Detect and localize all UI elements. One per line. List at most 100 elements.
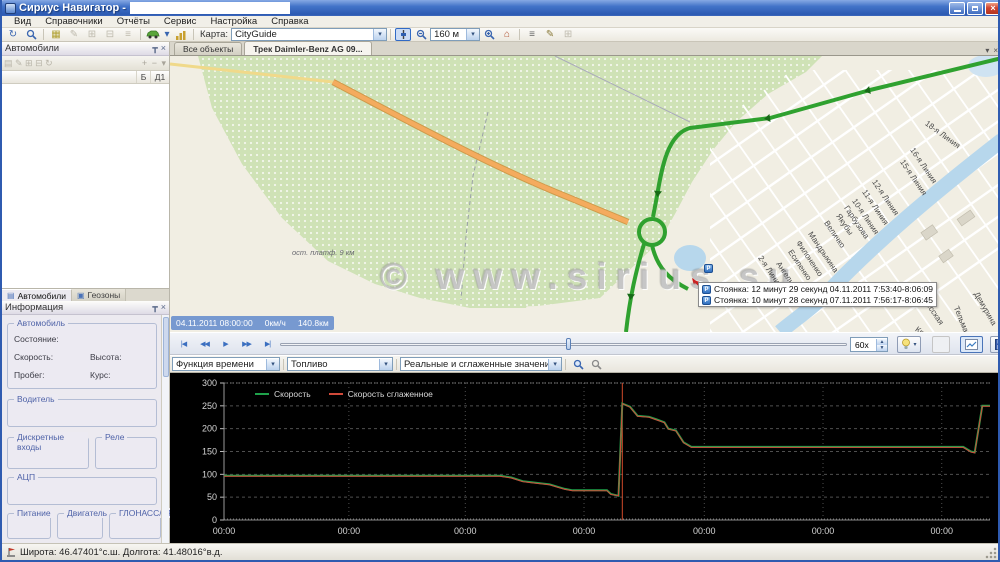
field-course: Курс: — [90, 370, 110, 380]
svg-text:00:00: 00:00 — [213, 526, 236, 536]
tab-all-objects[interactable]: Все объекты — [174, 42, 242, 55]
status-bar: Широта: 46.47401°с.ш. Долгота: 41.48016°… — [2, 543, 998, 560]
step-first-icon[interactable]: |◀ — [174, 336, 193, 352]
scale-combobox[interactable]: 160 м ▾ — [430, 28, 480, 41]
svg-text:150: 150 — [202, 447, 217, 457]
svg-text:50: 50 — [207, 492, 217, 502]
column-b[interactable]: Б — [137, 71, 151, 83]
menu-spravochniki[interactable]: Справочники — [39, 16, 109, 27]
map-combobox[interactable]: CityGuide ▾ — [231, 28, 387, 41]
table-icon[interactable]: ▦ — [48, 28, 64, 41]
vehicles-tab-icon: ▤ — [7, 291, 15, 300]
tab-close-icon[interactable]: × — [993, 46, 998, 55]
coordinates-icon — [6, 547, 16, 558]
menu-nastroyka[interactable]: Настройка — [204, 16, 263, 27]
chart-param-arrow[interactable]: ▾ — [379, 359, 392, 370]
lamp-icon — [901, 338, 911, 351]
field-speed: Скорость: — [14, 352, 53, 362]
lamp-button[interactable]: ▾ — [897, 336, 921, 353]
resize-grip[interactable] — [985, 547, 997, 559]
minimize-button[interactable] — [949, 2, 965, 15]
group-power: Питание — [7, 513, 51, 539]
vehicle-dropdown-icon[interactable]: ▾ — [163, 28, 171, 41]
bar-chart-icon[interactable] — [173, 28, 189, 41]
remove-icon[interactable]: − — [152, 58, 158, 68]
chart-toggle-button[interactable] — [960, 336, 983, 353]
menu-spravka[interactable]: Справка — [265, 16, 314, 27]
panel-close-icon[interactable]: × — [161, 43, 166, 54]
playback-bar: |◀ ◀◀ ▶ ▶▶ ▶| 60x ▲ ▼ ▾ — [170, 332, 1000, 355]
close-button[interactable]: × — [985, 2, 1000, 15]
column-d1[interactable]: Д1 — [151, 71, 169, 83]
badge-distance: 140.8км — [298, 318, 329, 328]
remove-row-icon[interactable]: ⊟ — [102, 28, 118, 41]
play-icon[interactable]: ▶ — [216, 336, 235, 352]
add-row-icon[interactable]: ⊞ — [84, 28, 100, 41]
fast-forward-icon[interactable]: ▶▶ — [237, 336, 256, 352]
rewind-icon[interactable]: ◀◀ — [195, 336, 214, 352]
tab-vehicles[interactable]: ▤ Автомобили — [2, 289, 72, 301]
list-icon[interactable]: ≡ — [120, 28, 136, 41]
restore-button[interactable] — [967, 2, 983, 15]
info-close-icon[interactable]: × — [161, 302, 166, 313]
field-mileage: Пробег: — [14, 370, 45, 380]
chart-zoom-out-icon[interactable] — [588, 358, 604, 371]
parking-icon: P — [702, 296, 711, 305]
home-icon[interactable]: ⌂ — [499, 28, 515, 41]
group-discrete-title: Дискретные входы — [14, 432, 88, 452]
add-icon[interactable]: + — [142, 58, 148, 68]
chart-values-combobox[interactable]: Реальные и сглаженные значени ▾ — [400, 357, 562, 371]
legend-list-icon[interactable]: ≡ — [524, 28, 540, 41]
badge-datetime: 04.11.2011 08:00:00 — [176, 318, 253, 328]
svg-text:300: 300 — [202, 378, 217, 388]
vehicle-icon[interactable] — [145, 28, 161, 41]
chart-mode-arrow[interactable]: ▾ — [266, 359, 279, 370]
zoom-slider-icon[interactable] — [395, 28, 411, 41]
refresh-icon[interactable]: ↻ — [5, 28, 21, 41]
group-power-title: Питание — [14, 508, 54, 518]
chart-param-combobox[interactable]: Топливо ▾ — [287, 357, 393, 371]
pin-icon[interactable]: ┳ — [152, 43, 157, 54]
legend-swatch — [329, 393, 343, 395]
speed-spinner[interactable]: 60x ▲ ▼ — [850, 337, 888, 352]
timeline-slider-handle[interactable] — [566, 338, 571, 350]
map-combo-arrow[interactable]: ▾ — [373, 29, 386, 40]
scale-combo-arrow[interactable]: ▾ — [466, 29, 479, 40]
search-icon[interactable] — [23, 28, 39, 41]
spin-down-icon[interactable]: ▼ — [877, 345, 887, 351]
tab-geozones[interactable]: ▣ Геозоны — [72, 289, 126, 301]
chart-mode-combobox[interactable]: Функция времени ▾ — [172, 357, 280, 371]
zoom-in-icon[interactable] — [481, 28, 497, 41]
notes-icon[interactable]: ✎ — [542, 28, 558, 41]
lamp-dropdown-icon[interactable]: ▾ — [913, 341, 916, 348]
column-name[interactable] — [2, 71, 137, 83]
parking-icon[interactable]: P — [704, 264, 713, 273]
vehicles-toolbar-icons: ▤ ✎ ⊞ ⊟ ↻ — [4, 58, 53, 69]
vehicles-list[interactable] — [2, 84, 169, 288]
chart-values-arrow[interactable]: ▾ — [548, 359, 561, 370]
app-window: Сириус Навигатор - × Вид Справочники Отч… — [0, 0, 1000, 562]
more-dropdown-icon[interactable]: ▾ — [161, 58, 167, 68]
title-bar: Сириус Навигатор - × — [0, 0, 1000, 16]
tab-track[interactable]: Трек Daimler-Benz AG 09... — [244, 41, 371, 55]
chart-zoom-in-icon[interactable] — [570, 358, 586, 371]
info-scrollbar[interactable] — [161, 315, 169, 545]
tabs-dropdown-icon[interactable]: ▾ — [985, 46, 989, 55]
timeline-slider[interactable] — [280, 343, 847, 346]
info-panel: Информация ┳ × Автомобиль Состояние: Ско… — [2, 301, 170, 545]
menu-otchety[interactable]: Отчёты — [111, 16, 156, 27]
field-state: Состояние: — [14, 334, 59, 344]
field-height: Высота: — [90, 352, 122, 362]
zoom-out-icon[interactable] — [413, 28, 429, 41]
menu-servis[interactable]: Сервис — [158, 16, 203, 27]
step-last-icon[interactable]: ▶| — [258, 336, 277, 352]
info-pin-icon[interactable]: ┳ — [152, 302, 157, 313]
edit-icon[interactable]: ✎ — [66, 28, 82, 41]
vehicles-panel: Автомобили ┳ × ▤ ✎ ⊞ ⊟ ↻ + − ▾ Б Д1 — [2, 42, 170, 288]
save-button[interactable] — [990, 336, 1000, 353]
map-canvas[interactable]: © www.sirius.su ост. платф. 9 км 18-я Ли… — [170, 56, 1000, 332]
menu-vid[interactable]: Вид — [8, 16, 37, 27]
svg-text:00:00: 00:00 — [930, 526, 953, 536]
speed-chart[interactable]: 05010015020025030000:0000:0000:0000:0000… — [170, 373, 1000, 545]
group-relay-title: Реле — [102, 432, 127, 442]
